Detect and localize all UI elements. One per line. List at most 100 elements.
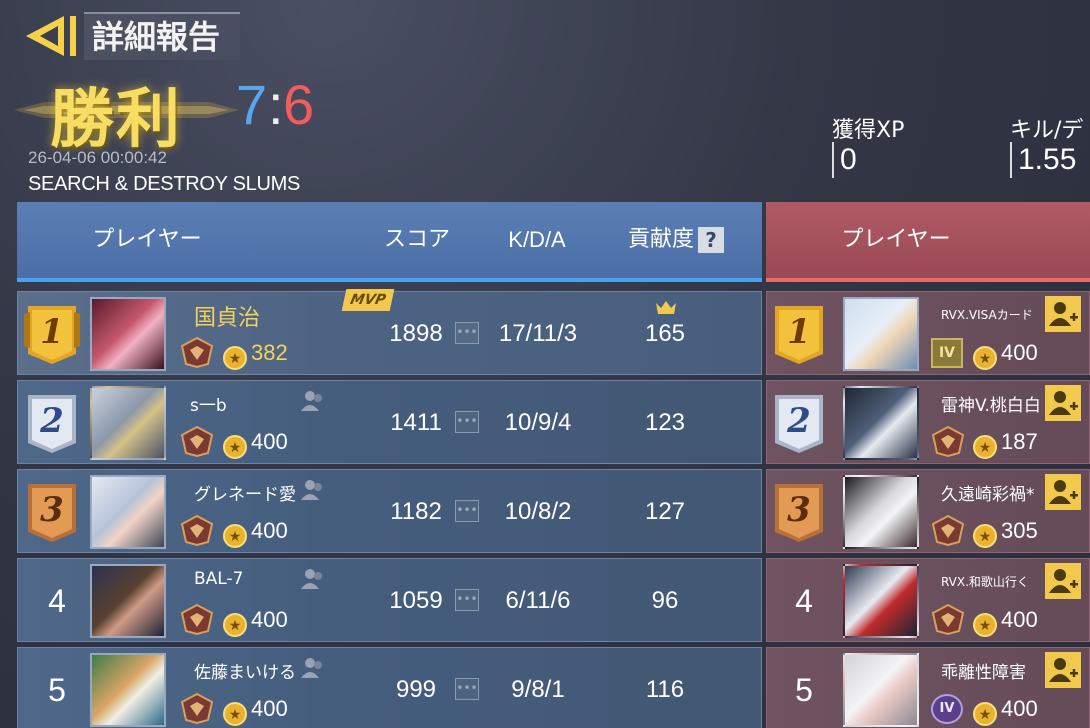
player-level-value: 400 [1001, 696, 1038, 721]
player-level-value: 400 [251, 696, 288, 721]
help-icon[interactable]: ? [698, 227, 724, 253]
player-kda: 10/9/4 [504, 409, 572, 436]
add-friend-button[interactable] [1045, 563, 1081, 599]
kd-label: キル/デ [1010, 118, 1084, 143]
player-kda: 17/11/3 [498, 320, 578, 347]
red-row-1[interactable]: 1 RVX.VISAカード IV ★ 400 [766, 291, 1090, 375]
player-level: ★ 400 [223, 429, 288, 459]
rank-number: 1 [40, 312, 64, 352]
player-level-value: 187 [1001, 429, 1038, 454]
rank-emblem-icon [180, 425, 214, 457]
dots-icon[interactable]: ••• [455, 500, 479, 522]
xp-label: 獲得XP [832, 118, 905, 143]
red-row-5[interactable]: 5 乖離性障害 IV ★ 400 [766, 647, 1090, 728]
add-friend-button[interactable] [1045, 652, 1081, 688]
column-contribution-label: 貢献度 [627, 227, 694, 252]
rank-emblem-icon [180, 692, 214, 724]
star-icon: ★ [973, 346, 997, 370]
player-level: ★ 400 [973, 340, 1038, 370]
player-name: 佐藤まいける [194, 663, 296, 683]
column-contribution: 貢献度? [611, 202, 741, 278]
blue-row-2[interactable]: 2 s一b ★ 400 1411 ••• 10/9/4 123 [17, 380, 762, 464]
avatar[interactable] [843, 386, 919, 460]
dots-icon[interactable]: ••• [455, 589, 479, 611]
blue-row-1[interactable]: 1 国貞治 ★ 382 MVP 1898 ••• 17/11/3 165 [17, 289, 762, 375]
player-score: 1898 [389, 320, 443, 347]
red-row-4[interactable]: 4 RVX.和歌山行く ★ 400 [766, 558, 1090, 642]
friend-icon[interactable] [300, 478, 326, 502]
rank-number: 2 [787, 401, 811, 441]
rank-emblem-icon [931, 603, 965, 635]
add-friend-button[interactable] [1045, 296, 1081, 332]
player-name: RVX.和歌山行く [941, 575, 1029, 589]
player-level-value: 400 [251, 518, 288, 543]
red-row-2[interactable]: 2 雷神V.桃白白 ★ 187 [766, 380, 1090, 464]
score-red: 6 [283, 73, 315, 136]
player-kda: 9/8/1 [511, 676, 565, 703]
rank-number: 2 [40, 401, 64, 441]
rank-emblem-icon: IV [931, 694, 963, 724]
avatar[interactable] [843, 564, 919, 638]
avatar[interactable] [843, 653, 919, 727]
red-team-header: プレイヤー [766, 202, 1090, 282]
player-name: 乖離性障害 [941, 663, 1026, 683]
dots-icon[interactable]: ••• [455, 678, 479, 700]
avatar[interactable] [90, 386, 166, 460]
match-result: 勝利 [50, 82, 182, 157]
player-name: 久遠崎彩禍* [941, 485, 1035, 505]
back-button[interactable] [22, 12, 82, 60]
rank-number: 4 [48, 583, 66, 619]
friend-icon[interactable] [300, 656, 326, 680]
avatar[interactable] [90, 297, 166, 371]
rank-emblem-icon [180, 514, 214, 546]
player-level: ★ 400 [223, 607, 288, 637]
blue-team-header: プレイヤー スコア K/D/A 貢献度? [17, 202, 762, 282]
player-kda: 6/11/6 [505, 587, 571, 614]
avatar[interactable] [90, 564, 166, 638]
avatar[interactable] [90, 475, 166, 549]
player-level: ★ 400 [223, 696, 288, 726]
player-contribution: 96 [651, 587, 679, 614]
dots-icon[interactable]: ••• [455, 411, 479, 433]
star-icon: ★ [973, 702, 997, 726]
avatar[interactable] [90, 653, 166, 727]
red-row-3[interactable]: 3 久遠崎彩禍* ★ 305 [766, 469, 1090, 553]
player-score: 1411 [390, 409, 442, 436]
victory-banner: 勝利 [14, 66, 239, 157]
back-arrow-icon [26, 16, 76, 56]
blue-row-3[interactable]: 3 グレネード愛 ★ 400 1182 ••• 10/8/2 127 [17, 469, 762, 553]
friend-icon[interactable] [300, 567, 326, 591]
player-contribution: 165 [644, 320, 686, 347]
blue-row-4[interactable]: 4 BAL-7 ★ 400 1059 ••• 6/11/6 96 [17, 558, 762, 642]
rank-emblem-icon: IV [931, 338, 963, 368]
rank-emblem-icon [931, 425, 965, 457]
player-name: 国貞治 [194, 306, 261, 331]
player-kda: 10/8/2 [504, 498, 572, 525]
player-level: ★ 382 [223, 340, 288, 370]
player-contribution: 116 [645, 676, 685, 703]
player-level: ★ 400 [973, 696, 1038, 726]
add-friend-button[interactable] [1045, 474, 1081, 510]
blue-row-5[interactable]: 5 佐藤まいける ★ 400 999 ••• 9/8/1 116 [17, 647, 762, 728]
player-score: 1059 [389, 587, 443, 614]
rank-number: 5 [795, 672, 813, 708]
player-name: s一b [190, 396, 227, 416]
dots-icon[interactable]: ••• [455, 322, 479, 344]
rank-number: 3 [40, 490, 64, 530]
page-title: 詳細報告 [84, 12, 240, 60]
xp-value: 0 [832, 142, 904, 178]
player-level: ★ 187 [973, 429, 1038, 459]
xp-stat: 獲得XP 0 [832, 112, 904, 178]
add-friend-button[interactable] [1045, 385, 1081, 421]
player-level: ★ 400 [973, 607, 1038, 637]
player-level: ★ 400 [223, 518, 288, 548]
player-level-value: 400 [251, 429, 288, 454]
score-blue: 7 [236, 73, 268, 136]
kd-stat: キル/デ 1.55 [1010, 112, 1083, 178]
friend-icon[interactable] [300, 389, 326, 413]
avatar[interactable] [843, 297, 919, 371]
star-icon: ★ [973, 613, 997, 637]
avatar[interactable] [843, 475, 919, 549]
player-level-value: 400 [1001, 340, 1038, 365]
rank-number: 4 [795, 583, 813, 619]
